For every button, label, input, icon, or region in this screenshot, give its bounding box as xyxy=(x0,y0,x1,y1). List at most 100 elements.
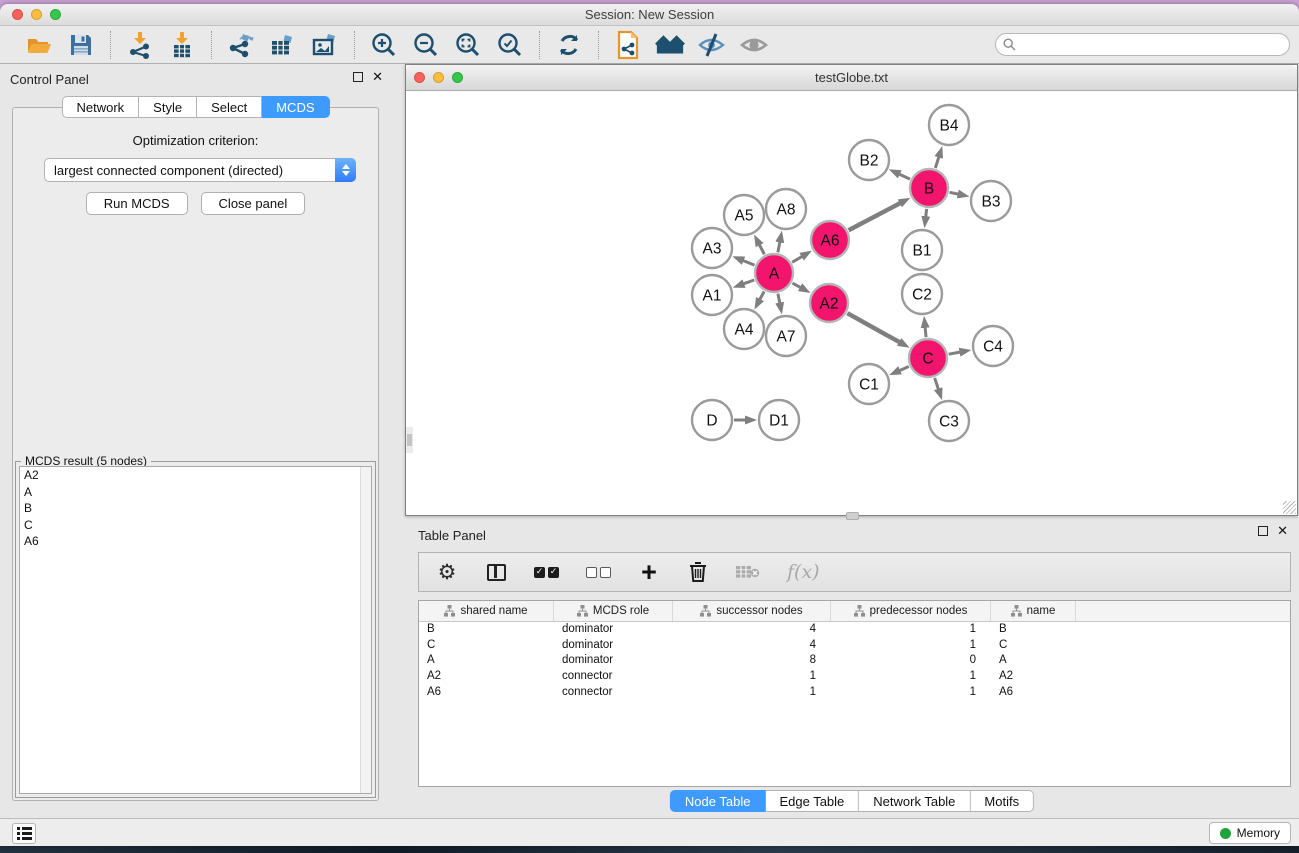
search-input[interactable] xyxy=(995,33,1290,56)
table-cell[interactable]: 4 xyxy=(673,638,831,654)
tab-mcds[interactable]: MCDS xyxy=(262,96,329,118)
float-panel-icon[interactable] xyxy=(353,72,363,82)
table-cell[interactable]: dominator xyxy=(554,638,673,654)
node-D1[interactable]: D1 xyxy=(759,400,799,440)
table-cell[interactable]: A6 xyxy=(419,685,554,701)
column-header-predecessor-nodes[interactable]: predecessor nodes xyxy=(831,601,991,621)
select-all-columns-button[interactable]: ✓✓ xyxy=(534,559,559,585)
result-item[interactable]: B xyxy=(20,500,371,517)
node-A[interactable]: A xyxy=(755,254,793,292)
network-graph[interactable]: B4B2BB3A5A8A6B1A3AA1C2A2A4A7C4CC1C3DD1 xyxy=(406,91,1297,515)
function-builder-button[interactable]: f(x) xyxy=(787,559,820,585)
edge-C-C4[interactable] xyxy=(949,352,961,354)
deselect-all-columns-button[interactable] xyxy=(586,559,611,585)
edge-C-C2[interactable] xyxy=(925,327,926,337)
result-item[interactable]: A6 xyxy=(20,533,371,550)
table-cell[interactable]: 8 xyxy=(673,653,831,669)
save-session-button[interactable] xyxy=(66,30,96,60)
table-cell[interactable]: 1 xyxy=(673,669,831,685)
node-B2[interactable]: B2 xyxy=(849,140,889,180)
tab-node-table[interactable]: Node Table xyxy=(670,790,766,812)
run-mcds-button[interactable]: Run MCDS xyxy=(86,192,188,215)
network-vertical-scrollbar[interactable] xyxy=(406,427,413,453)
export-image-button[interactable] xyxy=(310,30,340,60)
node-A6[interactable]: A6 xyxy=(811,221,849,259)
edge-A-A8[interactable] xyxy=(778,241,780,252)
tab-network[interactable]: Network xyxy=(61,96,139,118)
edge-A-A4[interactable] xyxy=(760,292,765,300)
node-A3[interactable]: A3 xyxy=(692,228,732,268)
table-cell[interactable]: A xyxy=(991,653,1076,669)
node-C[interactable]: C xyxy=(909,339,947,377)
node-B3[interactable]: B3 xyxy=(971,181,1011,221)
node-B1[interactable]: B1 xyxy=(902,230,942,270)
edge-B-B1[interactable] xyxy=(926,209,927,217)
edge-B-B4[interactable] xyxy=(935,156,939,168)
node-A8[interactable]: A8 xyxy=(766,189,806,229)
edge-A-A7[interactable] xyxy=(778,294,780,304)
delete-table-button[interactable] xyxy=(736,559,760,585)
column-header-successor-nodes[interactable]: successor nodes xyxy=(673,601,831,621)
open-session-button[interactable] xyxy=(24,30,54,60)
table-cell[interactable]: dominator xyxy=(554,622,673,638)
result-item[interactable]: C xyxy=(20,517,371,534)
close-panel-button[interactable]: Close panel xyxy=(201,192,306,215)
float-table-panel-icon[interactable] xyxy=(1258,526,1268,536)
close-table-panel-icon[interactable]: ✕ xyxy=(1277,526,1288,536)
edge-A-A3[interactable] xyxy=(743,260,755,265)
edge-B-B2[interactable] xyxy=(899,174,910,179)
export-table-button[interactable] xyxy=(268,30,298,60)
tab-edge-table[interactable]: Edge Table xyxy=(765,790,859,812)
show-graphics-details-button[interactable] xyxy=(739,30,769,60)
table-cell[interactable]: C xyxy=(419,638,554,654)
table-row[interactable]: Adominator80A xyxy=(419,653,1290,669)
network-document-button[interactable] xyxy=(613,30,643,60)
node-A1[interactable]: A1 xyxy=(692,275,732,315)
table-cell[interactable]: 0 xyxy=(831,653,991,669)
criterion-dropdown[interactable]: largest connected component (directed) xyxy=(44,158,356,182)
network-minimize-button[interactable] xyxy=(433,72,444,83)
table-cell[interactable]: A2 xyxy=(991,669,1076,685)
table-row[interactable]: A6connector11A6 xyxy=(419,685,1290,701)
table-cell[interactable]: B xyxy=(991,622,1076,638)
table-cell[interactable]: 1 xyxy=(831,638,991,654)
node-table[interactable]: shared nameMCDS rolesuccessor nodesprede… xyxy=(418,600,1291,787)
zoom-selected-button[interactable] xyxy=(495,30,525,60)
zoom-fit-button[interactable] xyxy=(453,30,483,60)
table-cell[interactable]: A xyxy=(419,653,554,669)
node-B4[interactable]: B4 xyxy=(929,105,969,145)
table-row[interactable]: A2connector11A2 xyxy=(419,669,1290,685)
add-column-button[interactable]: + xyxy=(638,559,660,585)
table-cell[interactable]: A6 xyxy=(991,685,1076,701)
mcds-result-list[interactable]: A2ABCA6 xyxy=(19,466,372,794)
tab-motifs[interactable]: Motifs xyxy=(970,790,1034,812)
column-header-name[interactable]: name xyxy=(991,601,1076,621)
hide-graphics-details-button[interactable] xyxy=(697,30,727,60)
table-cell[interactable]: 1 xyxy=(831,622,991,638)
tab-select[interactable]: Select xyxy=(197,96,262,118)
table-cell[interactable]: B xyxy=(419,622,554,638)
zoom-in-button[interactable] xyxy=(369,30,399,60)
edge-A2-C[interactable] xyxy=(847,313,900,342)
network-canvas[interactable]: B4B2BB3A5A8A6B1A3AA1C2A2A4A7C4CC1C3DD1 xyxy=(406,91,1297,515)
node-A5[interactable]: A5 xyxy=(724,195,764,235)
edge-B-B3[interactable] xyxy=(950,192,959,194)
table-cell[interactable]: C xyxy=(991,638,1076,654)
minimize-window-button[interactable] xyxy=(31,9,42,20)
network-zoom-button[interactable] xyxy=(452,72,463,83)
tab-style[interactable]: Style xyxy=(139,96,197,118)
column-header-shared-name[interactable]: shared name xyxy=(419,601,554,621)
import-network-button[interactable] xyxy=(125,30,155,60)
close-window-button[interactable] xyxy=(12,9,23,20)
zoom-out-button[interactable] xyxy=(411,30,441,60)
edge-A6-B[interactable] xyxy=(849,203,901,230)
node-C1[interactable]: C1 xyxy=(849,364,889,404)
node-A7[interactable]: A7 xyxy=(766,316,806,356)
import-table-button[interactable] xyxy=(167,30,197,60)
table-settings-button[interactable]: ⚙ xyxy=(436,559,458,585)
tab-network-table[interactable]: Network Table xyxy=(859,790,970,812)
table-row[interactable]: Bdominator41B xyxy=(419,622,1290,638)
table-cell[interactable]: A2 xyxy=(419,669,554,685)
edge-A-A2[interactable] xyxy=(792,283,800,288)
edge-A-A1[interactable] xyxy=(743,280,754,284)
